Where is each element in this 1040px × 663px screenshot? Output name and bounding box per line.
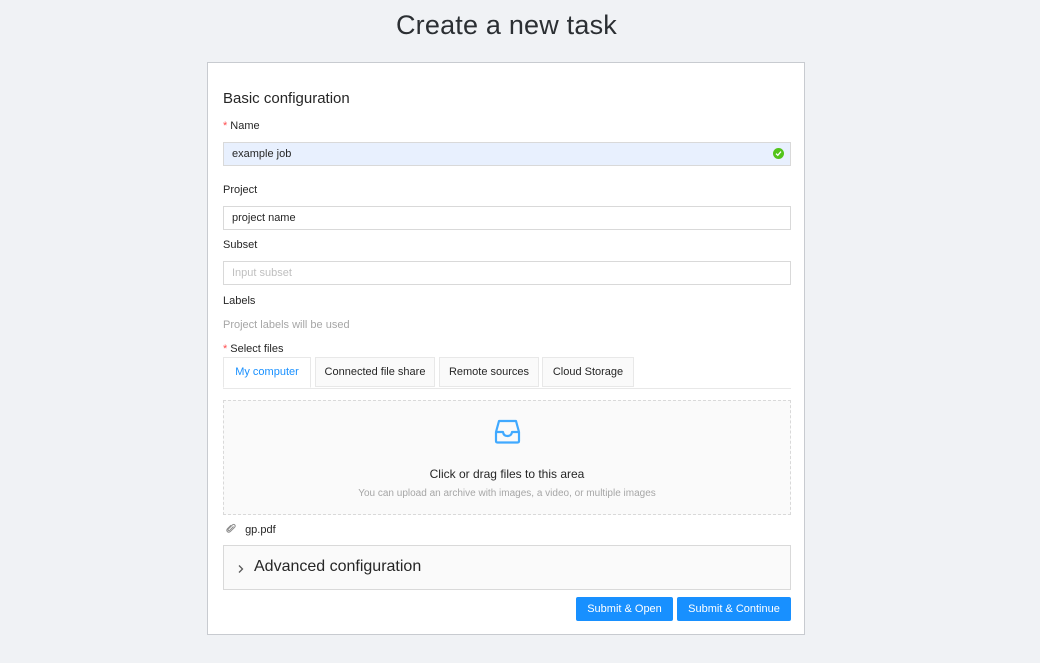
tab-cloud-storage[interactable]: Cloud Storage <box>542 357 634 387</box>
check-circle-icon <box>773 148 784 159</box>
file-source-tabs: My computer Connected file share Remote … <box>223 357 791 389</box>
name-input[interactable] <box>223 142 791 166</box>
paperclip-icon <box>226 523 239 537</box>
chevron-right-icon <box>237 561 245 579</box>
submit-open-button[interactable]: Submit & Open <box>576 597 673 621</box>
tab-my-computer[interactable]: My computer <box>223 357 311 388</box>
file-dropzone[interactable]: Click or drag files to this area You can… <box>223 400 791 515</box>
required-mark: * <box>223 120 228 132</box>
select-files-label: * Select files <box>223 343 283 355</box>
page-title: Create a new task <box>395 10 617 40</box>
required-mark: * <box>223 343 228 355</box>
project-select[interactable] <box>223 206 791 230</box>
advanced-configuration-title: Advanced configuration <box>254 558 422 575</box>
labels-label: Labels <box>223 295 256 307</box>
labels-hint: Project labels will be used <box>223 319 350 331</box>
project-label: Project <box>223 184 258 196</box>
uploaded-file-item[interactable]: gp.pdf <box>226 523 276 537</box>
tab-connected-file-share[interactable]: Connected file share <box>315 357 435 387</box>
dropzone-text: Click or drag files to this area <box>429 467 585 481</box>
select-files-label-text: Select files <box>230 343 284 355</box>
advanced-configuration-panel[interactable]: Advanced configuration <box>223 545 791 590</box>
tab-remote-sources[interactable]: Remote sources <box>439 357 539 387</box>
dropzone-hint: You can upload an archive with images, a… <box>358 488 656 499</box>
name-label-text: Name <box>230 120 260 132</box>
basic-configuration-title: Basic configuration <box>223 90 350 107</box>
submit-continue-button[interactable]: Submit & Continue <box>677 597 791 621</box>
name-label: * Name <box>223 120 260 132</box>
inbox-icon <box>493 417 522 451</box>
subset-label: Subset <box>223 239 258 251</box>
uploaded-file-name: gp.pdf <box>245 523 276 536</box>
create-task-form: Basic configuration *Name Project Subset… <box>207 62 805 635</box>
subset-input[interactable] <box>223 261 791 285</box>
